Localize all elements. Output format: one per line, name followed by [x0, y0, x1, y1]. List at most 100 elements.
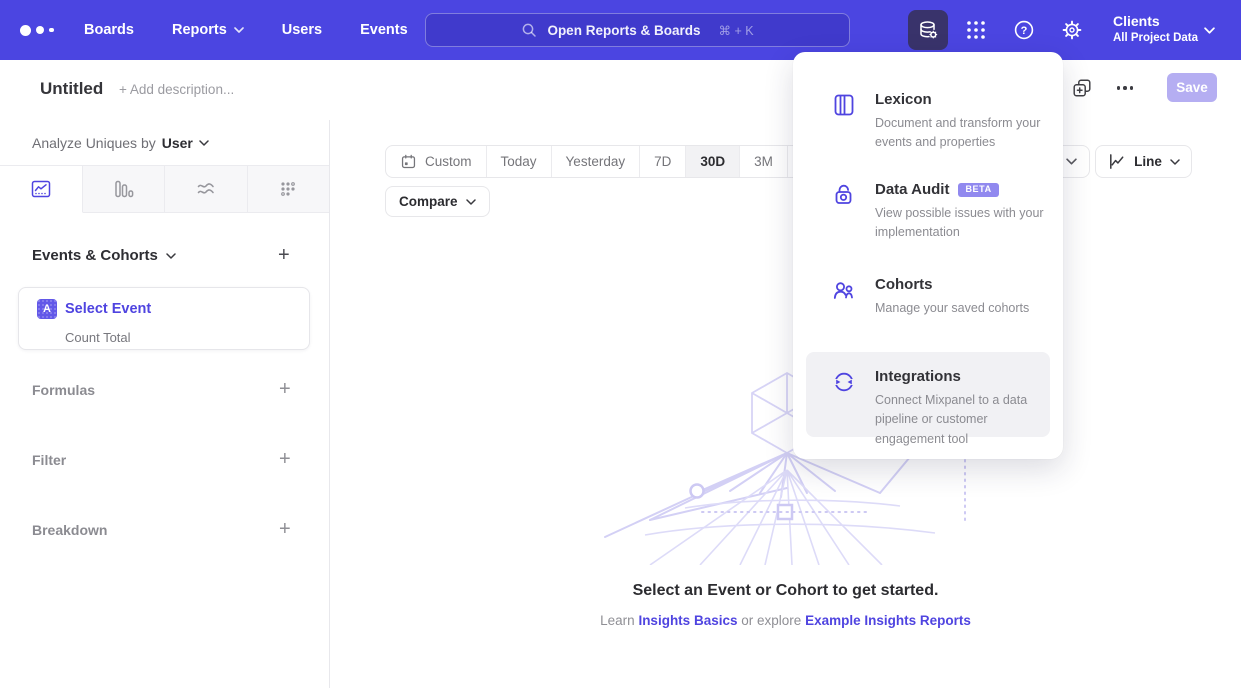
chart-type-tabs	[0, 165, 329, 213]
menu-item-integrations[interactable]: Integrations Connect Mixpanel to a data …	[806, 352, 1050, 437]
nav-users-label: Users	[282, 22, 322, 38]
grid-icon	[964, 18, 988, 42]
integrations-icon	[831, 369, 857, 395]
menu-item-cohorts[interactable]: Cohorts Manage your saved cohorts	[831, 275, 1047, 318]
chevron-down-icon	[234, 27, 244, 33]
range-7d[interactable]: 7D	[640, 146, 686, 177]
range-custom[interactable]: Custom	[386, 146, 487, 177]
range-30d-label: 30D	[700, 154, 725, 169]
nav-events[interactable]: Events	[360, 22, 408, 38]
cohorts-title: Cohorts	[875, 275, 933, 294]
add-description-field[interactable]: + Add description...	[119, 82, 234, 97]
search-placeholder: Open Reports & Boards	[547, 23, 700, 38]
empty-prefix: Learn	[600, 613, 635, 628]
example-reports-link[interactable]: Example Insights Reports	[805, 613, 971, 628]
nav-boards[interactable]: Boards	[84, 22, 134, 38]
chevron-down-icon	[466, 199, 476, 205]
metrics-grid-tab-icon	[277, 178, 299, 200]
range-yesterday-label: Yesterday	[566, 154, 626, 169]
duplicate-button[interactable]	[1070, 76, 1094, 100]
tab-bar-chart[interactable]	[83, 166, 166, 213]
chevron-down-icon	[199, 140, 209, 146]
lexicon-icon	[831, 92, 857, 118]
nav-events-label: Events	[360, 22, 408, 38]
calendar-icon	[400, 153, 417, 170]
add-filter-button[interactable]: +	[279, 451, 291, 467]
tab-metrics-grid[interactable]	[248, 166, 330, 213]
tab-stacked-chart[interactable]	[165, 166, 248, 213]
search-shortcut: ⌘ + K	[718, 23, 753, 38]
insights-basics-link[interactable]: Insights Basics	[638, 613, 737, 628]
range-yesterday[interactable]: Yesterday	[552, 146, 641, 177]
nav-reports[interactable]: Reports	[172, 22, 244, 38]
chevron-down-icon	[1066, 158, 1077, 165]
project-selector[interactable]: Clients All Project Data	[1113, 12, 1198, 46]
integrations-title: Integrations	[875, 367, 961, 386]
events-cohorts-header[interactable]: Events & Cohorts	[32, 247, 176, 264]
settings-button[interactable]	[1058, 16, 1086, 44]
data-audit-title: Data Audit	[875, 180, 949, 199]
save-button[interactable]: Save	[1167, 73, 1217, 102]
range-7d-label: 7D	[654, 154, 671, 169]
mixpanel-logo-icon[interactable]	[20, 0, 54, 60]
project-scope: All Project Data	[1113, 31, 1198, 46]
line-chart-icon	[1107, 152, 1126, 171]
breakdown-section-label: Breakdown	[32, 522, 107, 538]
chart-type-button[interactable]: Line	[1095, 145, 1192, 178]
stacked-flow-tab-icon	[195, 178, 217, 200]
filter-section-label: Filter	[32, 452, 66, 468]
chevron-down-icon	[166, 253, 176, 259]
chart-type-label: Line	[1134, 154, 1162, 169]
insights-report-page: Boards Reports Users Events Open Reports…	[0, 0, 1241, 688]
line-chart-tab-icon	[30, 178, 52, 200]
data-audit-icon	[831, 182, 857, 208]
more-options-button[interactable]	[1111, 76, 1139, 100]
range-custom-label: Custom	[425, 154, 472, 169]
lexicon-description: Document and transform your events and p…	[875, 114, 1047, 153]
global-search-button[interactable]: Open Reports & Boards ⌘ + K	[425, 13, 850, 47]
empty-state-title: Select an Event or Cohort to get started…	[330, 582, 1241, 600]
data-management-button[interactable]	[908, 10, 948, 50]
select-event-label[interactable]: Select Event	[65, 301, 151, 317]
report-title[interactable]: Untitled	[40, 79, 103, 99]
database-gear-icon	[916, 18, 940, 42]
help-button[interactable]: ?	[1010, 16, 1038, 44]
gear-icon	[1060, 18, 1084, 42]
project-name: Clients	[1113, 12, 1198, 31]
analyze-value: User	[162, 135, 193, 151]
analyze-label: Analyze Uniques by	[32, 135, 156, 151]
compare-button[interactable]: Compare	[385, 186, 490, 217]
add-breakdown-button[interactable]: +	[279, 521, 291, 537]
menu-item-data-audit[interactable]: Data Audit BETA View possible issues wit…	[831, 180, 1047, 243]
main-nav: Boards Reports Users Events	[84, 0, 408, 60]
analyze-uniques-selector[interactable]: Analyze Uniques by User	[32, 135, 209, 151]
range-today-label: Today	[501, 154, 537, 169]
menu-item-lexicon[interactable]: Lexicon Document and transform your even…	[831, 90, 1047, 153]
range-today[interactable]: Today	[487, 146, 552, 177]
data-audit-description: View possible issues with your implement…	[875, 204, 1047, 243]
tab-insights-line[interactable]	[0, 166, 83, 213]
empty-state-subtitle: Learn Insights Basics or explore Example…	[330, 613, 1241, 628]
event-card[interactable]: A Select Event Count Total	[18, 287, 310, 350]
range-30d[interactable]: 30D	[686, 146, 740, 177]
svg-text:?: ?	[1021, 25, 1028, 37]
nav-reports-label: Reports	[172, 22, 227, 38]
compare-label: Compare	[399, 194, 458, 209]
chevron-down-icon	[1170, 159, 1180, 165]
apps-grid-button[interactable]	[962, 16, 990, 44]
add-event-button[interactable]: +	[278, 247, 290, 263]
nav-users[interactable]: Users	[282, 22, 322, 38]
cohorts-description: Manage your saved cohorts	[875, 299, 1029, 318]
range-3m-label: 3M	[754, 154, 773, 169]
data-management-menu: Lexicon Document and transform your even…	[793, 52, 1063, 459]
duplicate-icon	[1071, 77, 1093, 99]
events-cohorts-label: Events & Cohorts	[32, 247, 158, 264]
range-3m[interactable]: 3M	[740, 146, 788, 177]
count-total-selector[interactable]: Count Total	[65, 330, 131, 345]
add-formula-button[interactable]: +	[279, 381, 291, 397]
chevron-down-icon	[1204, 27, 1215, 34]
integrations-description: Connect Mixpanel to a data pipeline or c…	[875, 391, 1042, 449]
beta-badge: BETA	[958, 183, 998, 197]
cohorts-icon	[831, 277, 857, 303]
top-navbar: Boards Reports Users Events Open Reports…	[0, 0, 1241, 60]
